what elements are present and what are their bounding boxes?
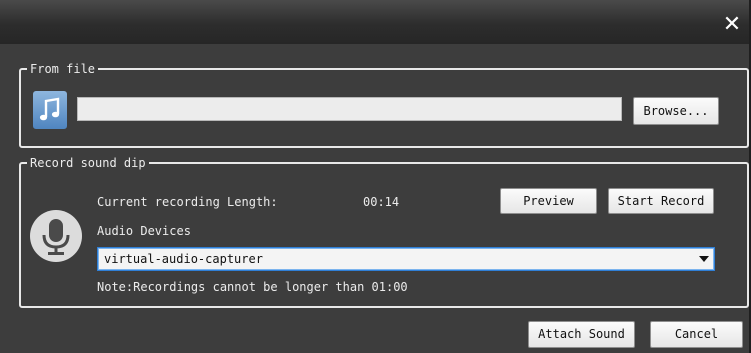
audio-device-select[interactable]: virtual-audio-capturer: [97, 247, 715, 271]
cancel-button[interactable]: Cancel: [650, 321, 743, 348]
audio-device-selected: virtual-audio-capturer: [104, 252, 263, 266]
preview-button[interactable]: Preview: [500, 188, 597, 214]
recording-limit-note: Note:Recordings cannot be longer than 01…: [97, 280, 408, 294]
audio-devices-label: Audio Devices: [97, 224, 191, 238]
dropdown-arrow-icon[interactable]: [699, 256, 709, 262]
start-record-button[interactable]: Start Record: [608, 188, 714, 214]
microphone-icon: [29, 209, 83, 263]
record-sound-legend: Record sound dip: [30, 156, 146, 170]
file-path-input[interactable]: [77, 97, 622, 121]
browse-button[interactable]: Browse...: [633, 97, 719, 125]
title-bar: ✕: [0, 0, 749, 44]
attach-sound-button[interactable]: Attach Sound: [528, 321, 635, 348]
recording-length-label: Current recording Length:: [97, 195, 278, 209]
recording-length-value: 00:14: [363, 195, 400, 209]
close-icon[interactable]: ✕: [721, 14, 743, 36]
attach-sound-dialog: ✕ From file Browse... Record sound dip C…: [0, 0, 751, 353]
music-note-icon: [33, 91, 67, 129]
from-file-legend: From file: [30, 62, 96, 76]
